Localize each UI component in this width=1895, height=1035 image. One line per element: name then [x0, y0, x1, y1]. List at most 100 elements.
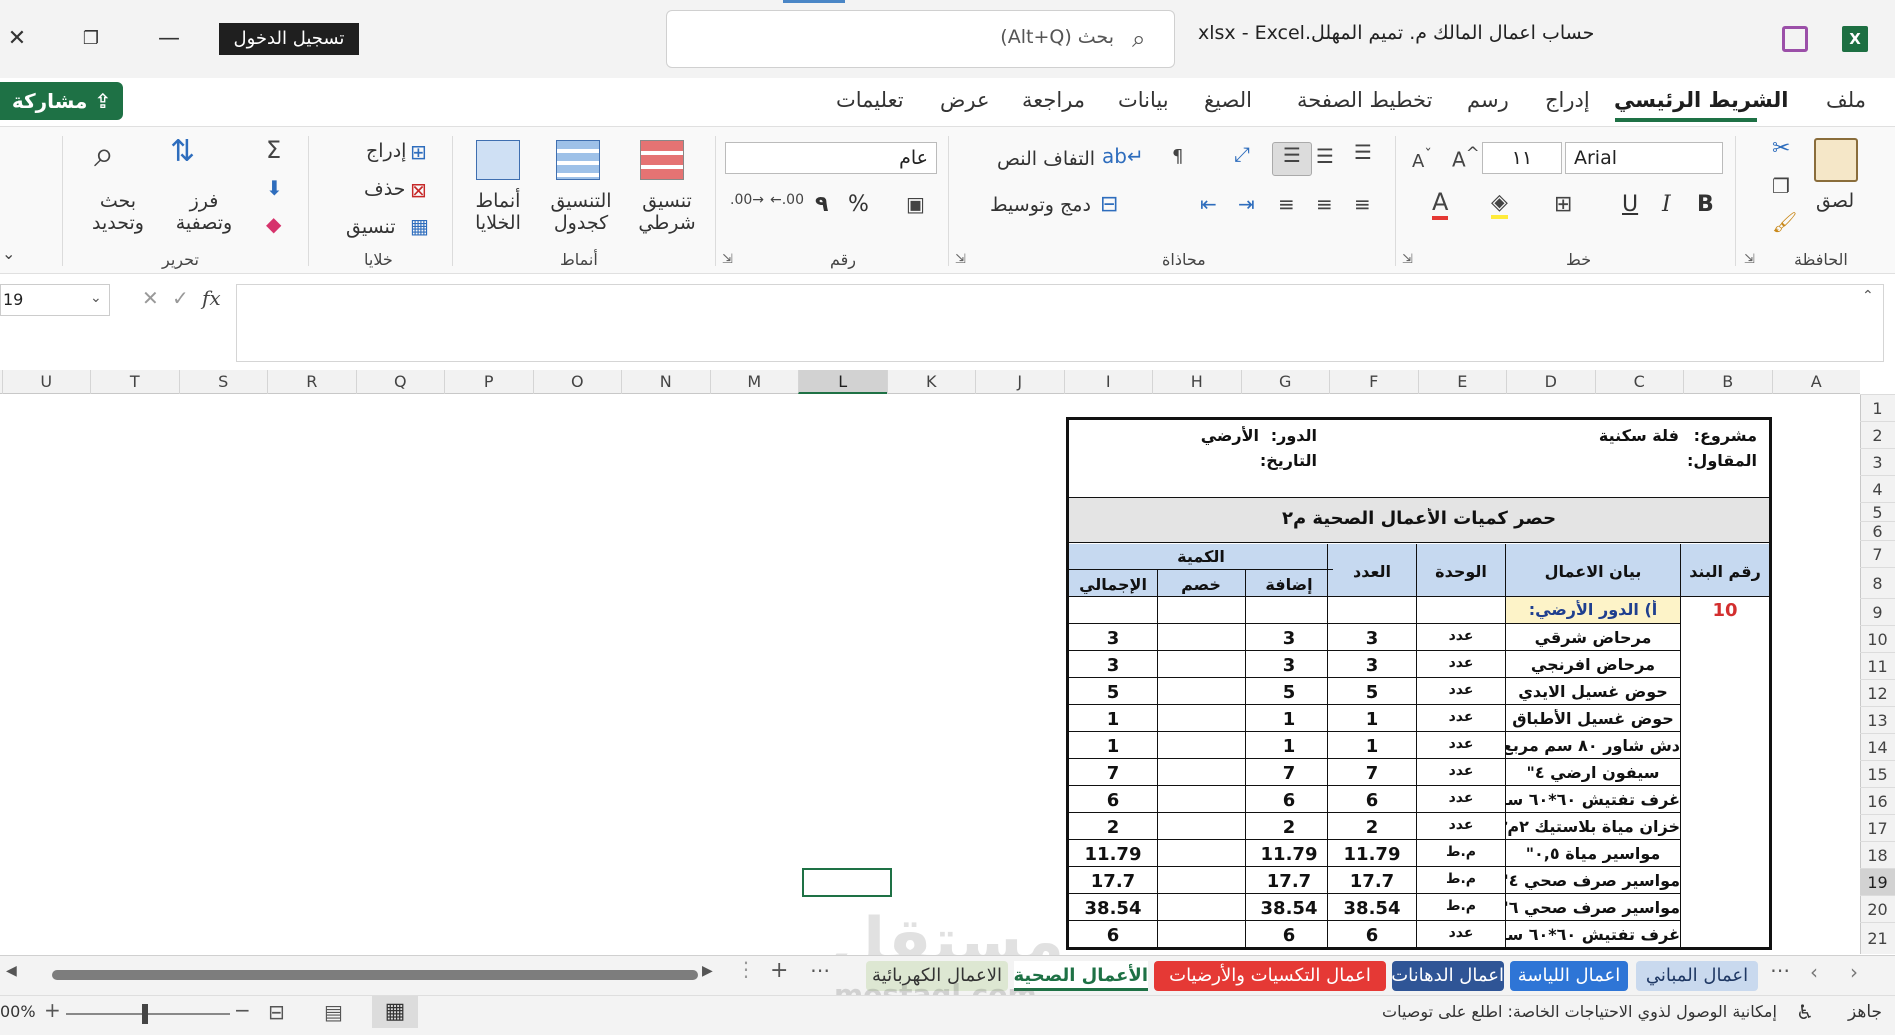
share-button[interactable]: ⇪ مشاركة — [0, 82, 123, 120]
paste-button[interactable]: لصق — [1816, 190, 1854, 212]
ribbon-collapse-icon[interactable]: ⌄ — [2, 244, 15, 263]
cell-total[interactable]: 1 — [1069, 736, 1157, 757]
insert-function-button[interactable]: fx — [202, 286, 221, 310]
column-header-d[interactable]: D — [1506, 370, 1595, 394]
sheet-tab[interactable]: اعمال اللياسة — [1510, 961, 1628, 991]
cell-description[interactable]: مواسير صرف صحي ٤" — [1506, 871, 1680, 890]
row-header-15[interactable]: 15 — [1860, 760, 1895, 787]
cell-count[interactable]: 1 — [1328, 736, 1416, 757]
font-name-select[interactable]: Arial — [1565, 142, 1723, 174]
indent-decrease-icon[interactable]: ⇤ — [1200, 192, 1217, 216]
save-icon[interactable] — [1782, 26, 1808, 52]
enter-icon[interactable]: ✓ — [172, 286, 189, 310]
cell-description[interactable]: مرحاض شرقي — [1506, 628, 1680, 647]
align-bottom-icon[interactable]: ☰ — [1272, 142, 1312, 176]
sheet-tab[interactable]: اعمال المباني — [1636, 961, 1758, 991]
font-launcher-icon[interactable]: ⇲ — [1402, 252, 1413, 267]
row-header-16[interactable]: 16 — [1860, 787, 1895, 814]
zoom-slider-handle[interactable] — [142, 1004, 148, 1024]
cell-total[interactable]: 3 — [1069, 628, 1157, 649]
row-header-14[interactable]: 14 — [1860, 733, 1895, 760]
cell-addition[interactable]: 6 — [1245, 925, 1333, 946]
tab-home[interactable]: الشريط الرئيسي — [1614, 88, 1788, 112]
minimize-icon[interactable]: — — [152, 22, 186, 56]
cell-unit[interactable]: عدد — [1417, 790, 1505, 806]
copy-icon[interactable]: ❐ — [1772, 174, 1790, 198]
tab-page-layout[interactable]: تخطيط الصفحة — [1297, 88, 1432, 112]
cell-description[interactable]: مواسير صرف صحي ٦" — [1506, 898, 1680, 917]
number-launcher-icon[interactable]: ⇲ — [722, 252, 733, 267]
comma-button[interactable]: ٩ — [815, 192, 828, 217]
cell-addition[interactable]: 1 — [1245, 736, 1333, 757]
tab-data[interactable]: بيانات — [1118, 88, 1169, 112]
cut-icon[interactable]: ✂ — [1772, 136, 1790, 161]
accessibility-status[interactable]: إمكانية الوصول لذوي الاحتياجات الخاصة: ا… — [1382, 1002, 1777, 1021]
column-header-q[interactable]: Q — [355, 370, 445, 394]
scroll-left-icon[interactable]: ◀ — [6, 963, 17, 979]
formula-input[interactable] — [236, 284, 1884, 362]
cell-description[interactable]: غرف تفتيش ٦٠*٦٠ سم — [1506, 925, 1680, 944]
cell-description[interactable]: خزان مياة بلاستيك ٢م٣ — [1506, 817, 1680, 836]
zoom-out-icon[interactable]: − — [234, 998, 251, 1022]
cell-addition[interactable]: 11.79 — [1245, 844, 1333, 865]
cell-addition[interactable]: 3 — [1245, 628, 1333, 649]
column-header-g[interactable]: G — [1240, 370, 1330, 394]
normal-view-icon[interactable]: ▦ — [372, 996, 418, 1028]
format-cells-icon[interactable]: ▦ — [410, 214, 429, 238]
indent-increase-icon[interactable]: ⇥ — [1238, 192, 1255, 216]
tab-scroll-right-icon[interactable]: › — [1850, 960, 1858, 984]
cell-count[interactable]: 6 — [1328, 790, 1416, 811]
increase-font-icon[interactable]: A^ — [1452, 144, 1480, 172]
column-header-n[interactable]: N — [621, 370, 710, 394]
column-header-t[interactable]: T — [90, 370, 179, 394]
cell-unit[interactable]: عدد — [1417, 682, 1505, 698]
cell-total[interactable]: 6 — [1069, 790, 1157, 811]
column-header-r[interactable]: R — [267, 370, 356, 394]
column-header-m[interactable]: M — [709, 370, 799, 394]
row-header-5[interactable]: 5 — [1860, 502, 1895, 522]
bold-button[interactable]: B — [1697, 192, 1714, 217]
insert-cells-icon[interactable]: ⊞ — [410, 140, 427, 164]
format-as-table-icon[interactable] — [556, 140, 600, 180]
cell-total[interactable]: 5 — [1069, 682, 1157, 703]
row-header-10[interactable]: 10 — [1860, 625, 1895, 652]
column-header-c[interactable]: C — [1594, 370, 1684, 394]
row-header-3[interactable]: 3 — [1860, 448, 1895, 475]
cell-unit[interactable]: عدد — [1417, 709, 1505, 725]
sort-filter-icon[interactable]: ⇅ — [170, 134, 195, 169]
row-header-13[interactable]: 13 — [1860, 706, 1895, 733]
tab-insert[interactable]: إدراج — [1545, 88, 1590, 112]
find-select-icon[interactable]: ⌕ — [94, 134, 114, 176]
column-header-p[interactable]: P — [444, 370, 533, 394]
sheet-tab[interactable]: اعمال الدهانات — [1391, 961, 1504, 991]
tab-file[interactable]: ملف — [1826, 88, 1866, 112]
cell-count[interactable]: 5 — [1328, 682, 1416, 703]
cell-addition[interactable]: 5 — [1245, 682, 1333, 703]
page-break-view-icon[interactable]: ⊟ — [268, 1000, 285, 1024]
signin-button[interactable]: تسجيل الدخول — [219, 23, 359, 55]
clipboard-launcher-icon[interactable]: ⇲ — [1744, 252, 1755, 267]
merge-center-button[interactable]: دمج وتوسيط — [990, 194, 1091, 216]
close-icon[interactable]: ✕ — [0, 22, 34, 56]
cell-addition[interactable]: 38.54 — [1245, 898, 1333, 919]
add-sheet-icon[interactable]: + — [770, 958, 788, 983]
zoom-in-icon[interactable]: + — [44, 998, 61, 1022]
row-header-11[interactable]: 11 — [1860, 652, 1895, 679]
row-header-17[interactable]: 17 — [1860, 814, 1895, 841]
tab-review[interactable]: مراجعة — [1022, 88, 1085, 112]
chevron-down-icon[interactable]: ⌄ — [90, 290, 102, 306]
tab-options-icon[interactable]: ⋮ — [736, 957, 756, 981]
cell-count[interactable]: 6 — [1328, 925, 1416, 946]
more-sheets-left-icon[interactable]: ⋯ — [810, 958, 830, 982]
cell-description[interactable]: مواسير مياة ٠,٥" — [1506, 844, 1680, 863]
delete-cells-button[interactable]: حذف — [364, 178, 405, 200]
row-header-21[interactable]: 21 — [1860, 922, 1895, 954]
row-header-20[interactable]: 20 — [1860, 895, 1895, 922]
cell-total[interactable]: 38.54 — [1069, 898, 1157, 919]
increase-decimal-icon[interactable]: ←.00 — [770, 192, 804, 208]
text-direction-icon[interactable]: ¶ — [1172, 146, 1183, 167]
italic-button[interactable]: I — [1662, 192, 1671, 217]
row-header-12[interactable]: 12 — [1860, 679, 1895, 706]
conditional-format-icon[interactable] — [640, 140, 684, 180]
decrease-decimal-icon[interactable]: .00→ — [730, 192, 764, 208]
